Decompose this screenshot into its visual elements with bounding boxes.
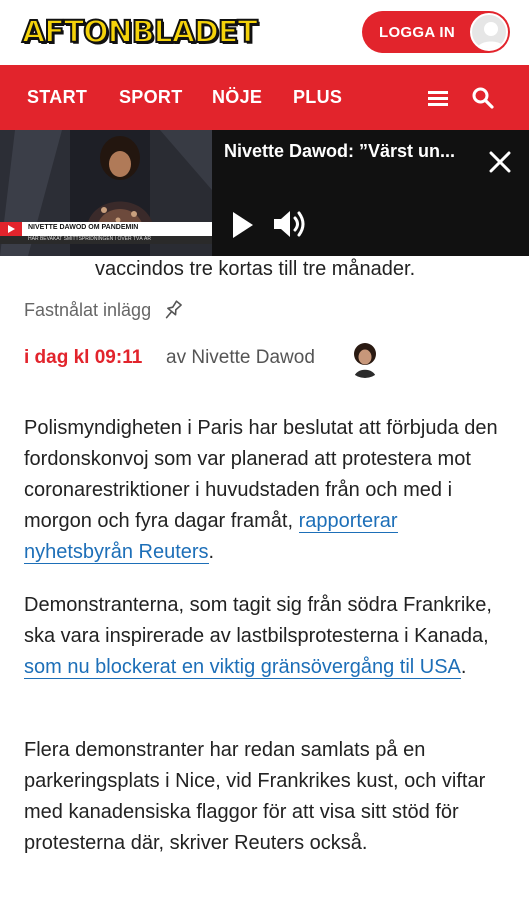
aftonbladet-logo[interactable]: AFTONBLADET (21, 10, 259, 54)
volume-icon[interactable] (272, 208, 308, 240)
play-icon[interactable] (231, 210, 255, 240)
nav-item-noje[interactable]: NÖJE (212, 87, 262, 108)
thumb-caption: NIVETTE DAWOD OM PANDEMIN (28, 224, 139, 231)
border-crossing-link[interactable]: som nu blockerat en viktig gränsövergång… (24, 656, 461, 679)
post-author[interactable]: av Nivette Dawod (166, 347, 315, 369)
top-header: AFTONBLADET LOGGA IN (0, 0, 529, 65)
paragraph-2-end: . (460, 656, 467, 678)
article-paragraph-2: Demonstranterna, som tagit sig från södr… (24, 590, 510, 683)
main-nav: START SPORT NÖJE PLUS (0, 65, 529, 130)
login-label: LOGGA IN (379, 23, 456, 41)
nav-item-sport[interactable]: SPORT (119, 87, 183, 108)
video-mini-player[interactable]: NIVETTE DAWOD OM PANDEMIN HAR BEVAKAT SM… (0, 130, 529, 256)
paragraph-1-end: . (208, 541, 215, 563)
article-page: AFTONBLADET LOGGA IN START SPORT NÖJE PL… (0, 0, 529, 901)
nav-item-plus[interactable]: PLUS (293, 87, 342, 108)
close-icon[interactable] (486, 148, 514, 176)
user-avatar-icon (470, 13, 508, 51)
post-timestamp: i dag kl 09:11 (24, 347, 143, 368)
article-partial-line: vaccindos tre kortas till tre månader. (95, 258, 416, 280)
author-avatar[interactable] (346, 340, 384, 378)
pinned-label-text: Fastnålat inlägg (24, 299, 152, 320)
video-title[interactable]: Nivette Dawod: ”Värst un... (224, 141, 482, 162)
pin-icon (165, 300, 182, 319)
video-thumbnail[interactable]: NIVETTE DAWOD OM PANDEMIN HAR BEVAKAT SM… (0, 130, 212, 256)
menu-icon[interactable] (425, 85, 451, 111)
thumb-subcaption: HAR BEVAKAT SMITTSPRIDNINGEN I ÖVER TVÅ … (28, 236, 151, 242)
paragraph-2-text: Demonstranterna, som tagit sig från södr… (24, 594, 492, 647)
paragraph-1-text: Polismyndigheten i Paris har beslutat at… (24, 417, 498, 532)
article-paragraph-1: Polismyndigheten i Paris har beslutat at… (24, 413, 510, 568)
login-button[interactable]: LOGGA IN (362, 11, 510, 53)
pinned-post-label: Fastnålat inlägg (24, 298, 185, 322)
logo-text: AFTONBLADET (21, 14, 259, 51)
article-paragraph-3: Flera demonstranter har redan samlats på… (24, 739, 486, 854)
search-icon[interactable] (470, 85, 496, 111)
nav-item-start[interactable]: START (27, 87, 87, 108)
